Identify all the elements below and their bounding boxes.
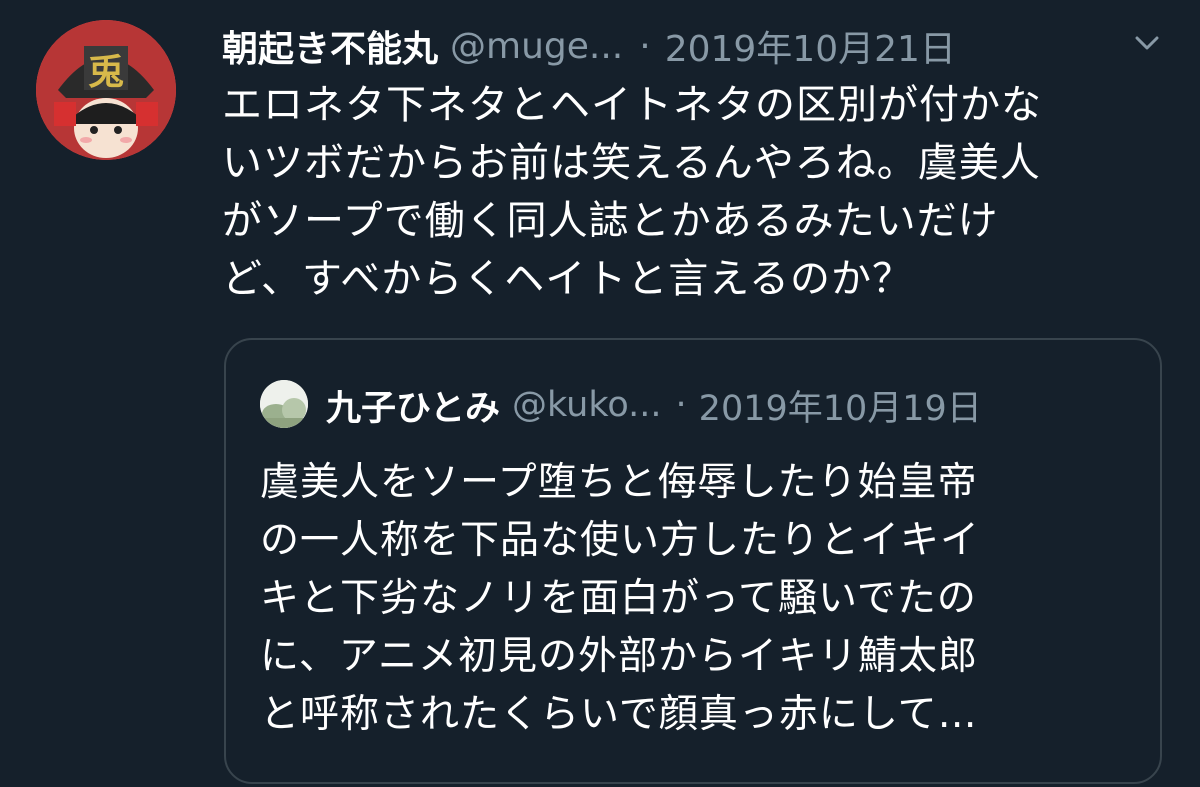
quoted-user-handle[interactable]: @kuko... <box>512 385 662 425</box>
quoted-tweet-text: 虞美人をソープ堕ちと侮辱したり始皇帝 の一人称を下品な使い方したりとイキイ キと… <box>260 454 1140 744</box>
quoted-tweet-date[interactable]: 2019年10月19日 <box>699 380 982 431</box>
tweet-header: 朝起き不能丸 @muge... · 2019年10月21日 <box>222 16 956 76</box>
quoted-tweet[interactable]: 九子ひとみ @kuko... · 2019年10月19日 虞美人をソープ堕ちと侮… <box>224 338 1162 784</box>
quoted-tweet-header: 九子ひとみ @kuko... · 2019年10月19日 <box>326 376 982 434</box>
quoted-text-line: キと下劣なノリを面白がって騒いでたの <box>260 576 977 621</box>
quoted-display-name[interactable]: 九子ひとみ <box>326 380 500 431</box>
user-handle[interactable]: @muge... <box>450 26 623 67</box>
tweet-text-line: ど、すべからくヘイトと言えるのか？ <box>222 256 913 302</box>
separator-dot: · <box>675 385 687 425</box>
display-name[interactable]: 朝起き不能丸 <box>222 20 438 72</box>
quoted-text-line: と呼称されたくらいで顔真っ赤にして… <box>260 692 978 737</box>
quoted-text-line: の一人称を下品な使い方したりとイキイ <box>260 518 981 563</box>
quoted-text-line: 虞美人をソープ堕ちと侮辱したり始皇帝 <box>260 460 978 505</box>
user-avatar-icon[interactable] <box>260 380 308 428</box>
quoted-text-line: に、アニメ初見の外部からイキリ鯖太郎 <box>260 634 979 679</box>
tweet-text-line: がソープで働く同人誌とかあるみたいだけ <box>222 198 999 244</box>
svg-text:兎: 兎 <box>88 52 124 93</box>
tweet-date[interactable]: 2019年10月21日 <box>665 20 956 72</box>
chevron-down-icon[interactable] <box>1134 34 1160 52</box>
tweet-text-line: いツボだからお前は笑えるんやろね。虞美人 <box>222 140 1041 186</box>
tweet-text-line: エロネタ下ネタとヘイトネタの区別が付かな <box>222 82 1042 128</box>
tweet[interactable]: 兎 朝起き不能丸 @muge... · 2019年10月21日 エロネタ下ネタと… <box>0 0 1200 787</box>
separator-dot: · <box>639 25 651 67</box>
tweet-text: エロネタ下ネタとヘイトネタの区別が付かな いツボだからお前は笑えるんやろね。虞美… <box>222 76 1172 308</box>
user-avatar-icon[interactable]: 兎 <box>36 20 176 160</box>
